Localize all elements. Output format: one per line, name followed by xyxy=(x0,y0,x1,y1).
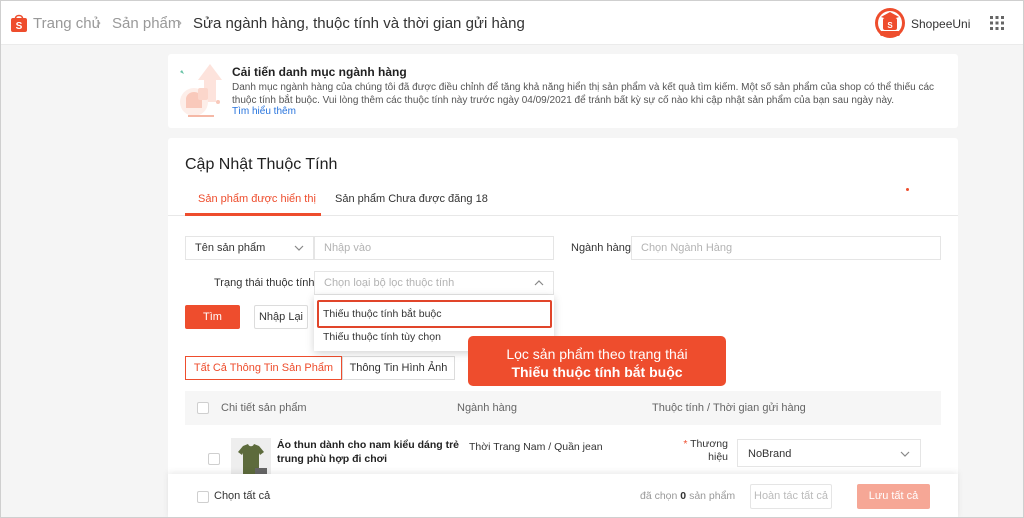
brand-attribute-text: Thương hiệu xyxy=(690,438,728,463)
selected-suffix: sản phẩm xyxy=(689,490,736,502)
reset-button[interactable]: Nhập Lại xyxy=(254,305,308,329)
callout-line1: Lọc sản phẩm theo trạng thái xyxy=(506,346,688,362)
row-checkbox[interactable] xyxy=(208,453,220,465)
shopee-uni-badge-icon[interactable]: S xyxy=(873,6,907,40)
category-label: Ngành hàng xyxy=(571,242,631,254)
tab-all-product-info[interactable]: Tất Cả Thông Tin Sản Phẩm xyxy=(185,356,342,380)
upgrade-illustration-icon xyxy=(180,64,222,117)
breadcrumb-home[interactable]: Trang chủ xyxy=(33,15,100,32)
selected-count-text: đã chọn 0 sản phẩm xyxy=(640,490,735,502)
breadcrumb-current: Sửa ngành hàng, thuộc tính và thời gian … xyxy=(193,15,525,32)
product-category: Thời Trang Nam / Quần jean xyxy=(469,441,603,453)
category-update-banner: Cải tiến danh mục ngành hàng Danh mục ng… xyxy=(168,54,958,128)
chevron-down-icon xyxy=(900,451,910,457)
chevron-right-icon: › xyxy=(96,14,101,31)
option-missing-optional[interactable]: Thiếu thuộc tính tùy chọn xyxy=(323,331,441,343)
select-all-header-checkbox[interactable] xyxy=(197,402,209,414)
column-product-details: Chi tiết sản phẩm xyxy=(221,402,307,414)
table-header: Chi tiết sản phẩm Ngành hàng Thuộc tính … xyxy=(185,391,941,425)
product-name-placeholder: Nhập vào xyxy=(324,242,372,254)
brand-attribute-label: * Thương hiệu xyxy=(683,438,728,463)
app-window: S Trang chủ › Sản phẩm › Sửa ngành hàng,… xyxy=(0,0,1024,518)
update-attributes-card: Cập Nhật Thuộc Tính Sản phẩm được hiển t… xyxy=(168,138,958,517)
learn-more-link[interactable]: Tìm hiểu thêm xyxy=(232,106,296,117)
brand-value: NoBrand xyxy=(748,448,792,460)
undo-all-button[interactable]: Hoàn tác tất cả xyxy=(750,484,832,509)
chevron-right-icon: › xyxy=(177,14,182,31)
product-name[interactable]: Áo thun dành cho nam kiểu dáng trẻ trung… xyxy=(277,438,462,466)
attribute-status-label: Trạng thái thuộc tính xyxy=(214,277,315,289)
column-attributes: Thuộc tính / Thời gian gửi hàng xyxy=(652,402,806,414)
select-all-checkbox[interactable] xyxy=(197,491,209,503)
tab-image-info[interactable]: Thông Tin Hình Ảnh xyxy=(342,356,455,380)
product-thumbnail xyxy=(231,438,271,478)
category-placeholder: Chọn Ngành Hàng xyxy=(641,242,733,254)
category-select[interactable]: Chọn Ngành Hàng xyxy=(631,236,941,260)
select-all-label[interactable]: Chọn tất cả xyxy=(214,490,270,502)
product-name-input[interactable]: Nhập vào xyxy=(314,236,554,260)
page-title: Cập Nhật Thuộc Tính xyxy=(185,156,338,173)
highlight-box xyxy=(317,300,552,328)
top-header: S Trang chủ › Sản phẩm › Sửa ngành hàng,… xyxy=(1,1,1023,45)
banner-title: Cải tiến danh mục ngành hàng xyxy=(232,65,407,79)
annotation-callout: Lọc sản phẩm theo trạng thái Thiếu thuộc… xyxy=(468,336,726,386)
callout-line2: Thiếu thuộc tính bắt buộc xyxy=(511,364,683,380)
name-type-value: Tên sản phẩm xyxy=(195,242,266,254)
active-tab-indicator xyxy=(185,213,321,216)
column-category: Ngành hàng xyxy=(457,402,517,414)
tab-unlisted-products[interactable]: Sản phẩm Chưa được đăng 18 xyxy=(335,193,488,205)
name-type-select[interactable]: Tên sản phẩm xyxy=(185,236,314,260)
bottom-action-bar: Chọn tất cả đã chọn 0 sản phẩm Hoàn tác … xyxy=(168,474,958,517)
apps-grid-icon[interactable] xyxy=(989,15,1005,31)
chevron-down-icon xyxy=(294,245,304,251)
attribute-status-select[interactable]: Chọn loại bộ lọc thuộc tính xyxy=(314,271,554,295)
svg-text:S: S xyxy=(887,21,893,30)
svg-text:S: S xyxy=(16,21,23,32)
shopee-uni-label[interactable]: ShopeeUni xyxy=(911,17,970,31)
save-all-button[interactable]: Lưu tất cả xyxy=(857,484,930,509)
shopee-logo-icon[interactable]: S xyxy=(10,13,28,33)
attribute-status-placeholder: Chọn loại bộ lọc thuộc tính xyxy=(324,277,455,289)
selected-count: 0 xyxy=(680,490,687,502)
breadcrumb-products[interactable]: Sản phẩm xyxy=(112,15,180,32)
chevron-up-icon xyxy=(534,280,544,286)
brand-select[interactable]: NoBrand xyxy=(737,439,921,467)
selected-prefix: đã chọn xyxy=(640,490,678,502)
product-tabs: Sản phẩm được hiển thị Sản phẩm Chưa đượ… xyxy=(168,182,958,216)
banner-body: Danh mục ngành hàng của chúng tôi đã đượ… xyxy=(232,82,935,106)
search-button[interactable]: Tìm xyxy=(185,305,240,329)
tab-displayed-products[interactable]: Sản phẩm được hiển thị xyxy=(198,193,316,205)
